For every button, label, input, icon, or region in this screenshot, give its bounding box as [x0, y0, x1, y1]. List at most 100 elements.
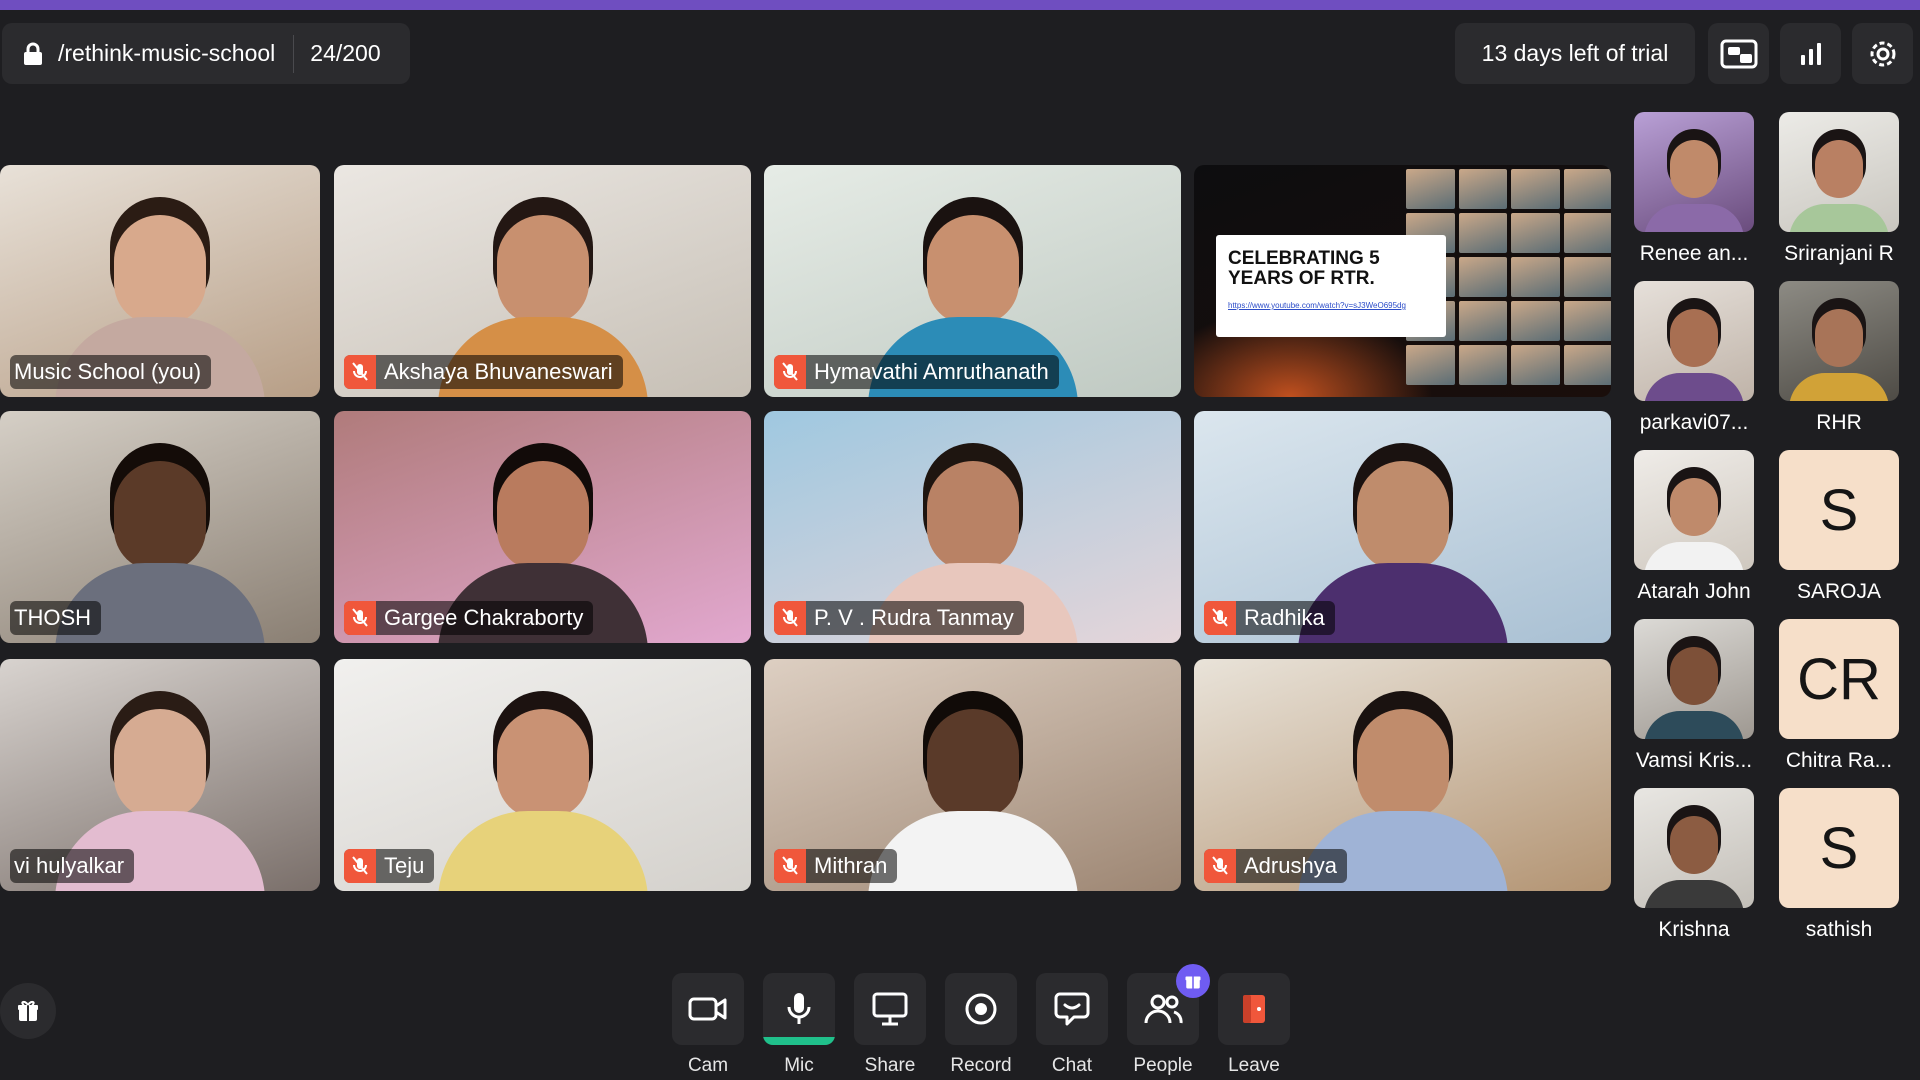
settings-icon [1870, 41, 1895, 66]
sidebar-participant[interactable] [1634, 619, 1754, 739]
sidebar-participant-name: Vamsi Kris... [1635, 749, 1753, 772]
mic-muted-icon [344, 849, 376, 883]
mic-muted-icon [344, 355, 376, 389]
mic-muted-icon [774, 355, 806, 389]
name-tag: THOSH [10, 601, 101, 635]
participant-name: Hymavathi Amruthanath [814, 359, 1049, 384]
gift-icon [1185, 976, 1201, 989]
sidebar-participant[interactable] [1634, 450, 1754, 570]
participant-name: Mithran [814, 853, 888, 878]
mic-muted-icon [1204, 849, 1236, 883]
people-label: People [1133, 1055, 1193, 1076]
participant-name: Music School (you) [14, 359, 202, 384]
participant-name: THOSH [14, 605, 91, 630]
mic-muted-icon [344, 601, 376, 635]
room-name: /rethink-music-school [58, 40, 276, 66]
participant-name: vi hulyalkar [14, 853, 125, 878]
sidebar-participant-name: sathish [1805, 918, 1873, 941]
video-tile[interactable]: Gargee Chakraborty [334, 411, 751, 643]
participant-count: 24/200 [310, 40, 381, 66]
chat-label: Chat [1051, 1055, 1093, 1076]
mic-label: Mic [784, 1055, 814, 1076]
leave-label: Leave [1228, 1055, 1280, 1076]
participant-name: Gargee Chakraborty [384, 605, 584, 630]
sidebar-participant-name: SAROJA [1796, 580, 1882, 603]
video-tile[interactable]: Radhika [1194, 411, 1611, 643]
lock-icon [24, 42, 42, 65]
sidebar-participant-name: Atarah John [1637, 580, 1751, 603]
sidebar-participant[interactable] [1779, 112, 1899, 232]
leave-icon [1243, 995, 1265, 1023]
picture-in-picture-icon [1720, 39, 1757, 68]
gift-badge[interactable] [1176, 964, 1210, 998]
video-tile[interactable]: Teju [334, 659, 751, 891]
picture-in-picture-button[interactable] [1708, 23, 1769, 84]
name-tag: Gargee Chakraborty [344, 601, 594, 635]
video-tile[interactable]: vi hulyalkar [0, 659, 320, 891]
camera-icon [688, 997, 727, 1021]
sidebar-participant-avatar[interactable]: S [1779, 450, 1899, 570]
sidebar-participant-avatar[interactable]: CR [1779, 619, 1899, 739]
screen-share-tile[interactable]: CELEBRATING 5 YEARS OF RTR. https://www.… [1194, 165, 1611, 397]
name-tag: Hymavathi Amruthanath [774, 355, 1059, 389]
divider [293, 34, 295, 73]
screen-share-icon [872, 992, 908, 1026]
name-tag: Music School (you) [10, 355, 212, 389]
participant-name: Akshaya Bhuvaneswari [384, 359, 613, 384]
sidebar-participant-name: Renee an... [1639, 242, 1749, 265]
video-tile[interactable]: P. V . Rudra Tanmay [764, 411, 1181, 643]
accent-bar [0, 0, 1920, 10]
name-tag: Teju [344, 849, 435, 883]
record-button[interactable] [945, 973, 1017, 1045]
people-icon [1144, 994, 1183, 1024]
sidebar-participant[interactable] [1634, 112, 1754, 232]
record-icon [965, 993, 997, 1025]
participant-name: P. V . Rudra Tanmay [814, 605, 1014, 630]
video-tile[interactable]: THOSH [0, 411, 320, 643]
microphone-icon [787, 993, 811, 1024]
sidebar-participant[interactable] [1779, 281, 1899, 401]
cam-label: Cam [687, 1055, 729, 1076]
leave-button[interactable] [1218, 973, 1290, 1045]
video-tile[interactable]: Akshaya Bhuvaneswari [334, 165, 751, 397]
gift-button[interactable] [0, 983, 56, 1039]
slide-card: CELEBRATING 5 YEARS OF RTR. https://www.… [1216, 235, 1446, 337]
stats-icon [1800, 42, 1821, 65]
name-tag: Adrushya [1204, 849, 1347, 883]
chat-icon [1054, 992, 1090, 1026]
sidebar-participant-name: parkavi07... [1639, 411, 1749, 434]
video-tile[interactable]: Hymavathi Amruthanath [764, 165, 1181, 397]
gift-icon [18, 1000, 38, 1021]
slide-link: https://www.youtube.com/watch?v=sJ3WeO69… [1228, 301, 1406, 310]
settings-button[interactable] [1852, 23, 1913, 84]
video-tile[interactable]: Adrushya [1194, 659, 1611, 891]
participant-video [433, 691, 653, 891]
participant-name: Teju [384, 853, 425, 878]
stats-button[interactable] [1780, 23, 1841, 84]
record-label: Record [950, 1055, 1012, 1076]
share-label: Share [864, 1055, 916, 1076]
name-tag: vi hulyalkar [10, 849, 135, 883]
sidebar-participant-name: Sriranjani R [1784, 242, 1894, 265]
chat-button[interactable] [1036, 973, 1108, 1045]
sidebar-participant-avatar[interactable]: S [1779, 788, 1899, 908]
share-button[interactable] [854, 973, 926, 1045]
mic-muted-icon [774, 601, 806, 635]
name-tag: P. V . Rudra Tanmay [774, 601, 1024, 635]
video-tile[interactable]: Mithran [764, 659, 1181, 891]
participant-name: Radhika [1244, 605, 1325, 630]
sidebar-participant[interactable] [1634, 788, 1754, 908]
trial-status[interactable]: 13 days left of trial [1455, 23, 1695, 84]
mic-muted-icon [774, 849, 806, 883]
name-tag: Akshaya Bhuvaneswari [344, 355, 623, 389]
room-info[interactable]: /rethink-music-school 24/200 [2, 23, 410, 84]
participant-name: Adrushya [1244, 853, 1337, 878]
sidebar-participant-name: RHR [1816, 411, 1862, 434]
sidebar-participant-name: Krishna [1658, 918, 1730, 941]
cam-button[interactable] [672, 973, 744, 1045]
mic-button[interactable] [763, 973, 835, 1045]
name-tag: Radhika [1204, 601, 1335, 635]
sidebar-participant[interactable] [1634, 281, 1754, 401]
mic-muted-icon [1204, 601, 1236, 635]
video-tile[interactable]: Music School (you) [0, 165, 320, 397]
